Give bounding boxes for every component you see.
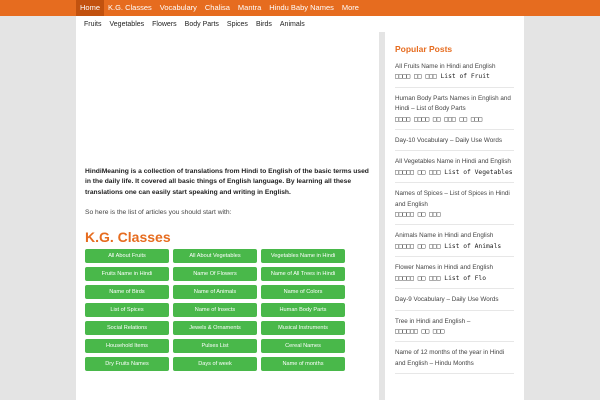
popular-post-hindi-text: □□□□□ □□ □□□ List of Flo xyxy=(395,274,486,282)
popular-post-hindi-text: □□□□□ □□ □□□ List of Animals xyxy=(395,242,502,250)
popular-post-title: Day-10 Vocabulary – Daily Use Words xyxy=(395,137,502,145)
top-nav-item[interactable]: K.G. Classes xyxy=(104,0,156,16)
popular-post-link[interactable]: Day-10 Vocabulary – Daily Use Words xyxy=(395,136,514,152)
top-nav-item[interactable]: Hindu Baby Names xyxy=(265,0,338,16)
category-nav-item[interactable]: Vegetables xyxy=(106,21,149,28)
kg-class-button[interactable]: Cereal Names xyxy=(261,338,345,353)
popular-post-link[interactable]: Human Body Parts Names in English and Hi… xyxy=(395,94,514,131)
popular-post-link[interactable]: Flower Names in Hindi and English □□□□□ □… xyxy=(395,263,514,290)
kg-class-button[interactable]: Name of Animals xyxy=(173,284,257,299)
kg-class-button[interactable]: Name of Insects xyxy=(173,302,257,317)
popular-post-title: All Vegetables Name in Hindi and English xyxy=(395,158,511,166)
top-navigation-bar: Home K.G. Classes Vocabulary Chalisa Mantra H… xyxy=(0,0,600,16)
top-nav-item[interactable]: Mantra xyxy=(234,0,265,16)
popular-post-link[interactable]: All Vegetables Name in Hindi and English… xyxy=(395,157,514,184)
popular-post-hindi-text: □□□□□□ □□ □□□ xyxy=(395,327,445,335)
popular-post-link[interactable]: Names of Spices – List of Spices in Hind… xyxy=(395,189,514,226)
popular-post-link[interactable]: Day-9 Vocabulary – Daily Use Words xyxy=(395,295,514,311)
top-nav-item[interactable]: Chalisa xyxy=(201,0,234,16)
top-nav-list: Home K.G. Classes Vocabulary Chalisa Mantra H… xyxy=(76,0,363,16)
kg-class-button[interactable]: Dry Fruits Names xyxy=(85,356,169,371)
popular-post-link[interactable]: Tree in Hindi and English – □□□□□□ □□ □□□ xyxy=(395,317,514,343)
top-nav-item[interactable]: Vocabulary xyxy=(156,0,201,16)
popular-posts-list: All Fruits Name in Hindi and English □□□□… xyxy=(395,62,514,375)
kg-class-button[interactable]: Fruits Name in Hindi xyxy=(85,266,169,281)
start-with-text: So here is the list of articles you shou… xyxy=(85,208,232,216)
category-navigation-bar: Fruits Vegetables Flowers Body Parts Spices B… xyxy=(76,16,524,32)
top-nav-item[interactable]: Home xyxy=(76,0,105,16)
kg-class-button[interactable]: Household Items xyxy=(85,338,169,353)
popular-post-title: Human Body Parts Names in English and Hi… xyxy=(395,94,511,113)
popular-post-link[interactable]: Animals Name in Hindi and English □□□□□ □… xyxy=(395,231,514,258)
category-nav-item[interactable]: Fruits xyxy=(80,21,106,28)
popular-post-title: Day-9 Vocabulary – Daily Use Words xyxy=(395,296,499,304)
category-nav-item[interactable]: Spices xyxy=(223,21,252,28)
popular-post-hindi-text: □□□□□ □□ □□□ List of Vegetables xyxy=(395,168,513,176)
category-nav-item[interactable]: Flowers xyxy=(148,21,181,28)
popular-post-title: Name of 12 months of the year in Hindi a… xyxy=(395,349,505,367)
main-content: HindiMeaning is a collection of translat… xyxy=(76,32,379,400)
popular-post-title: Flower Names in Hindi and English xyxy=(395,264,493,272)
kg-class-button[interactable]: Name of months xyxy=(261,356,345,371)
popular-post-hindi-text: □□□□ □□□□ □□ □□□ □□ □□□ xyxy=(395,115,483,123)
top-nav-item[interactable]: More xyxy=(338,0,363,16)
kg-class-button[interactable]: All About Vegetables xyxy=(173,248,257,263)
intro-paragraph: HindiMeaning is a collection of translat… xyxy=(85,168,369,196)
kg-class-button[interactable]: Name Of Flowers xyxy=(173,266,257,281)
popular-post-hindi-text: □□□□□ □□ □□□ xyxy=(395,211,441,219)
category-nav-item[interactable]: Birds xyxy=(252,21,276,28)
kg-class-button[interactable]: Jewels & Ornaments xyxy=(173,320,257,335)
kg-class-button[interactable]: Human Body Parts xyxy=(261,302,345,317)
sidebar: Popular Posts All Fruits Name in Hindi a… xyxy=(385,32,524,400)
kg-class-button[interactable]: Pulses List xyxy=(173,338,257,353)
popular-post-title: All Fruits Name in Hindi and English xyxy=(395,63,496,70)
kg-class-button[interactable]: List of Spices xyxy=(85,302,169,317)
kg-class-button[interactable]: Name of All Trees in Hindi xyxy=(261,266,345,281)
popular-posts-title: Popular Posts xyxy=(395,44,453,54)
popular-post-title: Tree in Hindi and English – xyxy=(395,317,471,325)
kg-class-button[interactable]: Days of week xyxy=(173,356,257,371)
popular-post-link[interactable]: Name of 12 months of the year in Hindi a… xyxy=(395,348,514,375)
popular-post-link[interactable]: All Fruits Name in Hindi and English □□□□… xyxy=(395,62,514,88)
kg-class-button[interactable]: All About Fruits xyxy=(85,248,169,263)
category-nav-item[interactable]: Animals xyxy=(276,21,309,28)
kg-class-button[interactable]: Vegetables Name in Hindi xyxy=(261,248,345,263)
section-title: K.G. Classes xyxy=(85,228,171,245)
category-nav-item[interactable]: Body Parts xyxy=(181,21,223,28)
kg-class-button[interactable]: Name of Colors xyxy=(261,284,345,299)
kg-class-button[interactable]: Name of Birds xyxy=(85,284,169,299)
ad-placeholder xyxy=(85,32,370,167)
popular-post-hindi-text: □□□□ □□ □□□ List of Fruit xyxy=(395,73,490,81)
kg-classes-grid: All About Fruits All About Vegetables Vege… xyxy=(85,248,370,371)
popular-post-title: Animals Name in Hindi and English xyxy=(395,232,494,240)
popular-post-title: Names of Spices – List of Spices in Hind… xyxy=(395,190,510,208)
kg-class-button[interactable]: Social Relations xyxy=(85,320,169,335)
kg-class-button[interactable]: Musical Instruments xyxy=(261,320,345,335)
